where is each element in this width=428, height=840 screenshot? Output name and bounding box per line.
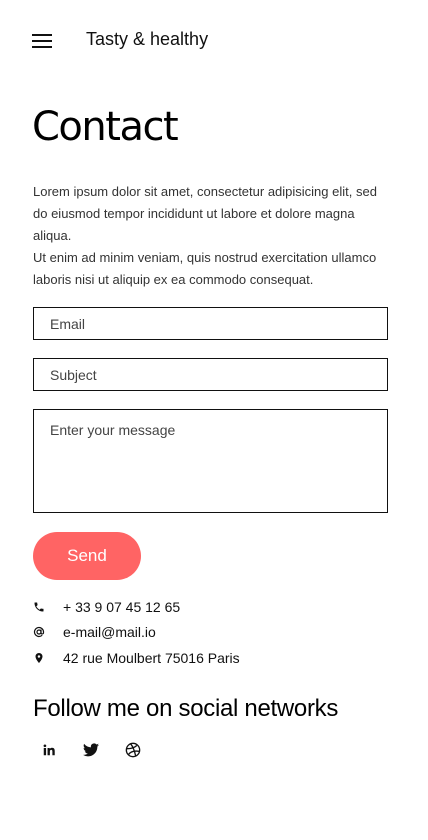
phone-icon <box>33 601 45 613</box>
subject-field[interactable] <box>33 358 388 391</box>
contact-address: 42 rue Moulbert 75016 Paris <box>63 650 240 666</box>
intro-text: Lorem ipsum dolor sit amet, consectetur … <box>33 181 393 291</box>
send-button[interactable]: Send <box>33 532 141 580</box>
header: Tasty & healthy <box>0 0 428 80</box>
email-field[interactable] <box>33 307 388 340</box>
dribbble-icon[interactable] <box>124 741 142 759</box>
twitter-icon[interactable] <box>82 741 100 759</box>
social-heading: Follow me on social networks <box>33 695 339 722</box>
contact-phone-row: + 33 9 07 45 12 65 <box>33 597 180 617</box>
contact-email[interactable]: e-mail@mail.io <box>63 624 156 640</box>
linkedin-icon[interactable] <box>40 741 58 759</box>
contact-email-row: e-mail@mail.io <box>33 622 156 642</box>
brand-title[interactable]: Tasty & healthy <box>86 29 208 50</box>
hamburger-menu-icon[interactable] <box>32 34 52 49</box>
message-field[interactable] <box>33 409 388 513</box>
intro-paragraph-2: Ut enim ad minim veniam, quis nostrud ex… <box>33 250 377 287</box>
intro-paragraph-1: Lorem ipsum dolor sit amet, consectetur … <box>33 184 377 243</box>
location-pin-icon <box>33 652 45 664</box>
at-sign-icon <box>33 626 45 638</box>
page-title: Contact <box>32 104 179 150</box>
contact-address-row: 42 rue Moulbert 75016 Paris <box>33 648 240 668</box>
contact-phone[interactable]: + 33 9 07 45 12 65 <box>63 599 180 615</box>
